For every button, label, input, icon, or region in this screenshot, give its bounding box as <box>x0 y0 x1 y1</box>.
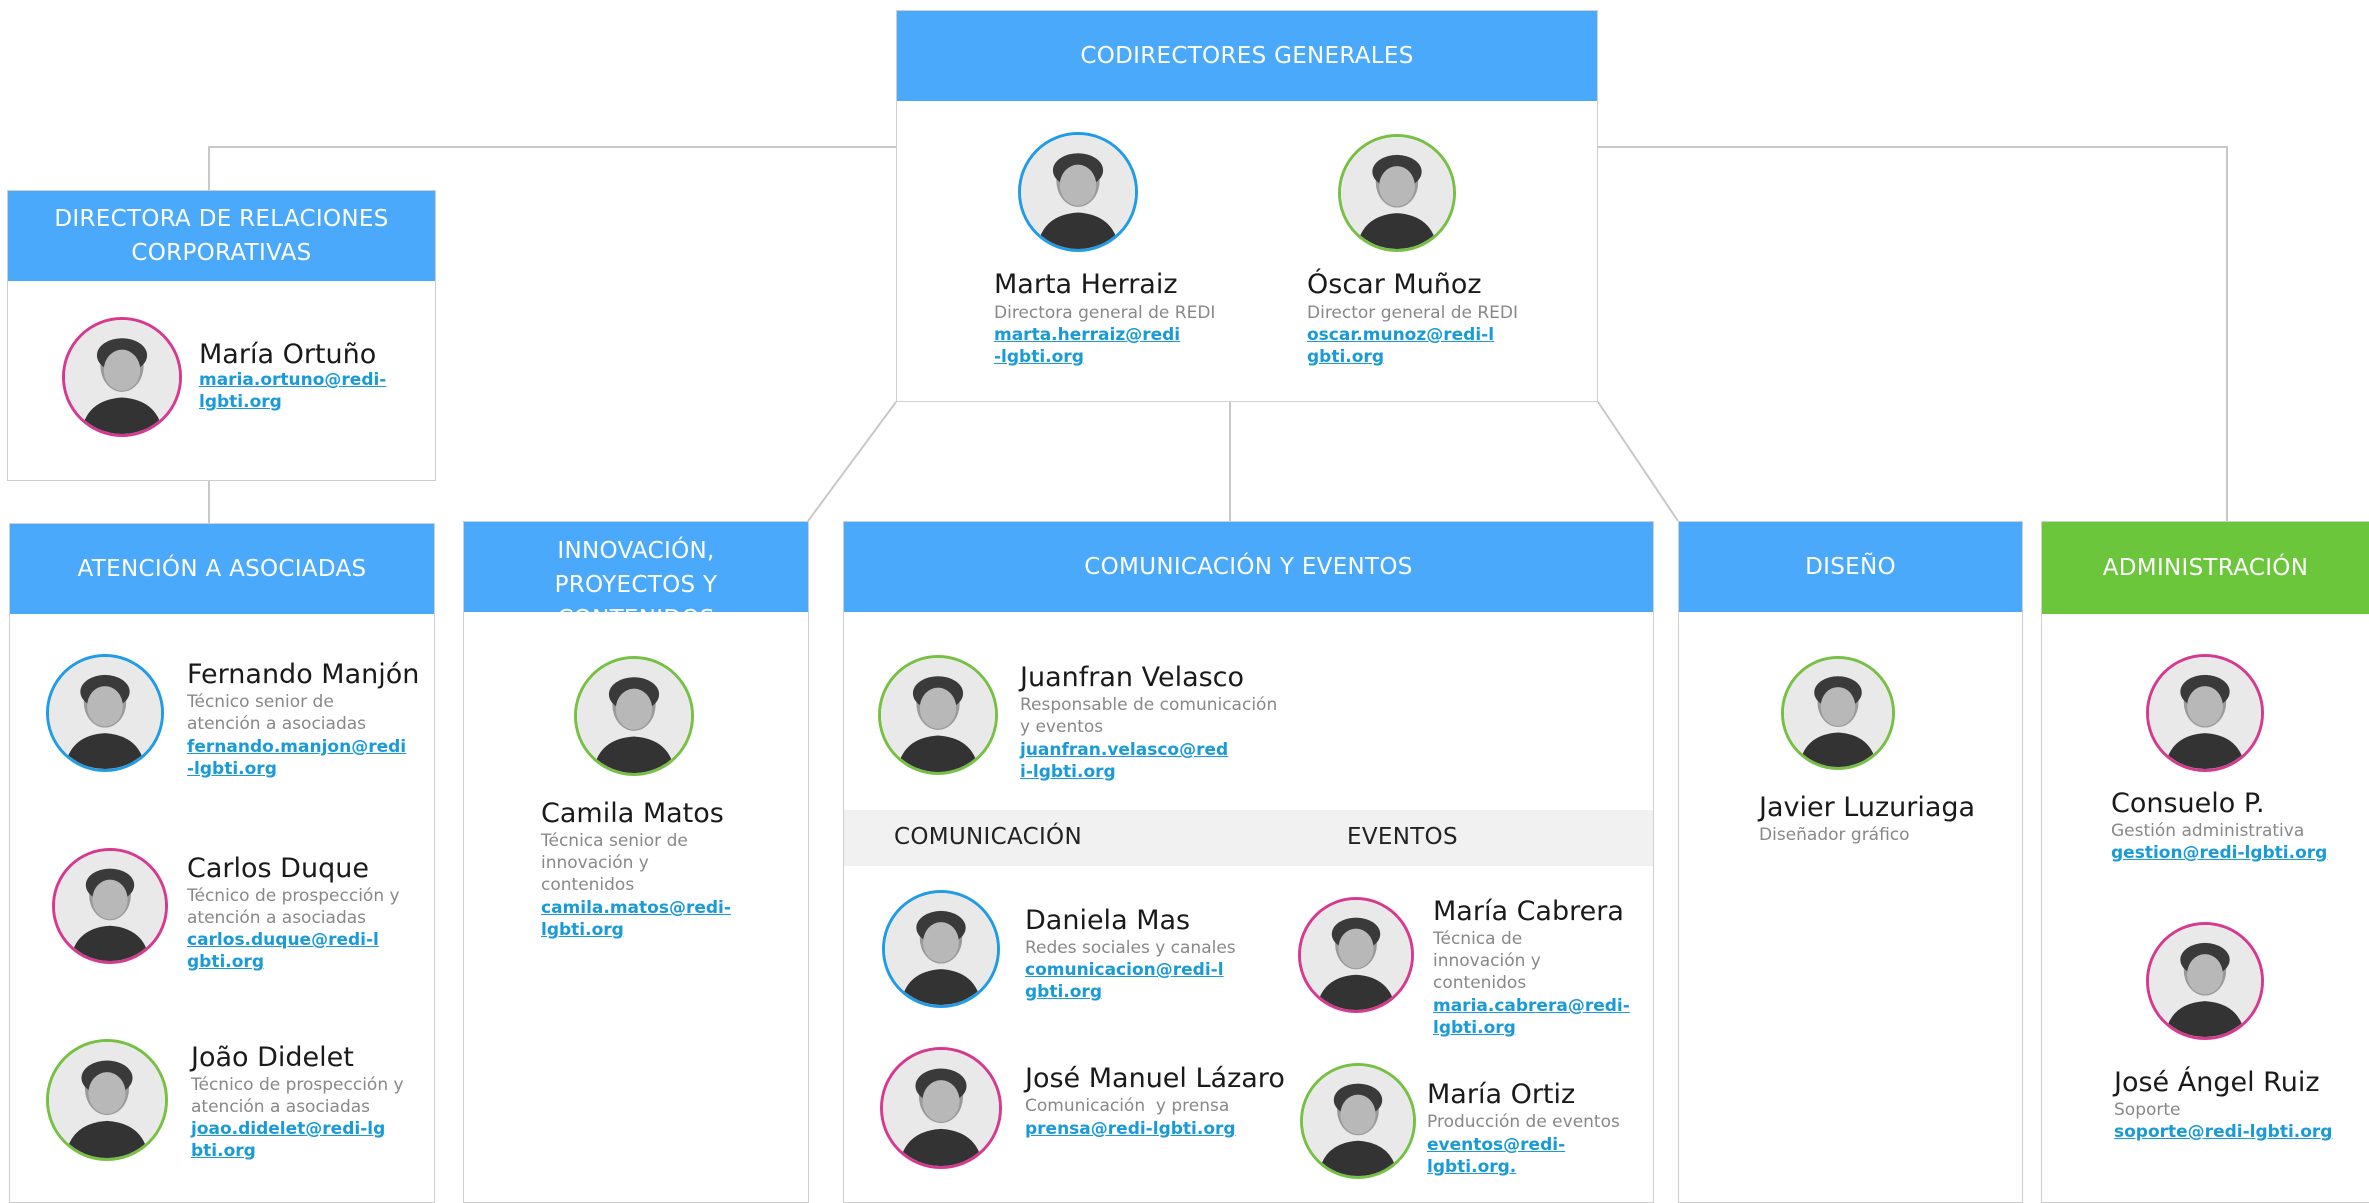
carlos-duque-email[interactable]: carlos.duque@redi-lgbti.org <box>187 929 387 973</box>
maria-cabrera-name: María Cabrera <box>1433 896 1624 927</box>
comunicacion-subheader: COMUNICACIÓN <box>894 824 1082 850</box>
carlos-duque-role: Técnico de prospección y atención a asoc… <box>187 886 400 928</box>
fernando-manjon-name: Fernando Manjón <box>187 659 420 690</box>
maria-ortiz-email[interactable]: eventos@redi-lgbti.org. <box>1427 1134 1652 1178</box>
joao-didelet-email[interactable]: joao.didelet@redi-lgbti.org <box>191 1118 391 1162</box>
javier-luzuriaga-photo <box>1781 656 1895 770</box>
eventos-subheader: EVENTOS <box>1347 824 1458 850</box>
line-to-administracion <box>1598 146 2228 523</box>
camila-matos-email[interactable]: camila.matos@redi-lgbti.org <box>541 897 731 941</box>
codirectores-header: CODIRECTORES GENERALES <box>897 11 1597 101</box>
daniela-mas-email[interactable]: comunicacion@redi-lgbti.org <box>1025 959 1225 1003</box>
oscar-munoz-photo <box>1338 134 1456 252</box>
diseno-header: DISEÑO <box>1679 522 2022 612</box>
consuelo-p-email[interactable]: gestion@redi-lgbti.org <box>2111 842 2361 864</box>
administracion-box: ADMINISTRACIÓN Consuelo P. Gestión admin… <box>2041 521 2369 1203</box>
consuelo-p-name: Consuelo P. <box>2111 788 2265 819</box>
relaciones-box: DIRECTORA DE RELACIONES CORPORATIVAS Mar… <box>7 190 436 481</box>
joao-didelet-name: João Didelet <box>191 1042 354 1073</box>
jose-angel-ruiz-name: José Ángel Ruiz <box>2114 1067 2320 1098</box>
maria-ortuno-email[interactable]: maria.ortuno@redi-lgbti.org <box>199 369 389 413</box>
daniela-mas-name: Daniela Mas <box>1025 905 1191 936</box>
maria-ortuno-photo <box>62 317 182 437</box>
maria-ortiz-photo <box>1300 1063 1416 1179</box>
maria-ortuno-name: María Ortuño <box>199 339 377 370</box>
marta-herraiz-name: Marta Herraiz <box>994 269 1178 300</box>
marta-herraiz-email[interactable]: marta.herraiz@redi-lgbti.org <box>994 324 1184 368</box>
maria-cabrera-email[interactable]: maria.cabrera@redi-lgbti.org <box>1433 995 1633 1039</box>
atencion-header: ATENCIÓN A ASOCIADAS <box>10 524 434 614</box>
oscar-munoz-name: Óscar Muñoz <box>1307 269 1482 300</box>
juanfran-velasco-role: Responsable de comunicación y eventos <box>1020 695 1278 737</box>
consuelo-p-role: Gestión administrativa <box>2111 821 2305 841</box>
marta-herraiz-photo <box>1018 132 1138 252</box>
jose-manuel-lazaro-photo <box>880 1047 1002 1169</box>
jose-angel-ruiz-photo <box>2146 922 2264 1040</box>
camila-matos-name: Camila Matos <box>541 798 724 829</box>
line-to-relaciones <box>208 146 896 190</box>
marta-herraiz-role: Directora general de REDI <box>994 303 1216 323</box>
daniela-mas-role: Redes sociales y canales <box>1025 938 1236 958</box>
innovacion-header: INNOVACIÓN, PROYECTOS Y CONTENIDOS <box>464 522 808 612</box>
daniela-mas-photo <box>882 890 1000 1008</box>
carlos-duque-name: Carlos Duque <box>187 853 369 884</box>
joao-didelet-role: Técnico de prospección y atención a asoc… <box>191 1075 404 1117</box>
jose-manuel-lazaro-role: Comunicación y prensa <box>1025 1096 1230 1116</box>
innovacion-box: INNOVACIÓN, PROYECTOS Y CONTENIDOS Camil… <box>463 521 809 1203</box>
line-to-diseno <box>1597 401 1679 522</box>
maria-cabrera-role: Técnica de innovación y contenidos <box>1433 929 1541 993</box>
maria-cabrera-photo <box>1298 897 1414 1013</box>
administracion-header: ADMINISTRACIÓN <box>2042 522 2369 614</box>
maria-ortiz-role: Producción de eventos <box>1427 1112 1620 1132</box>
carlos-duque-photo <box>52 848 168 964</box>
jose-angel-ruiz-email[interactable]: soporte@redi-lgbti.org <box>2114 1121 2364 1143</box>
oscar-munoz-email[interactable]: oscar.munoz@redi-lgbti.org <box>1307 324 1497 368</box>
camila-matos-photo <box>574 656 694 776</box>
fernando-manjon-email[interactable]: fernando.manjon@redi-lgbti.org <box>187 736 407 780</box>
juanfran-velasco-name: Juanfran Velasco <box>1020 662 1245 693</box>
camila-matos-role: Técnica senior de innovación y contenido… <box>541 831 688 895</box>
juanfran-velasco-photo <box>878 655 998 775</box>
relaciones-header: DIRECTORA DE RELACIONES CORPORATIVAS <box>8 191 435 281</box>
diseno-box: DISEÑO Javier Luzuriaga Diseñador gráfic… <box>1678 521 2023 1203</box>
consuelo-p-photo <box>2146 654 2264 772</box>
javier-luzuriaga-name: Javier Luzuriaga <box>1759 792 1976 823</box>
line-to-innovacion <box>807 401 897 522</box>
codirectores-box: CODIRECTORES GENERALES Marta Herraiz Dir… <box>896 10 1598 402</box>
comunicacion-eventos-header: COMUNICACIÓN Y EVENTOS <box>844 522 1653 612</box>
jose-angel-ruiz-role: Soporte <box>2114 1100 2181 1120</box>
jose-manuel-lazaro-email[interactable]: prensa@redi-lgbti.org <box>1025 1118 1265 1140</box>
jose-manuel-lazaro-name: José Manuel Lázaro <box>1025 1063 1285 1094</box>
joao-didelet-photo <box>46 1039 168 1161</box>
javier-luzuriaga-role: Diseñador gráfico <box>1759 825 1910 845</box>
atencion-box: ATENCIÓN A ASOCIADAS Fernando Manjón Téc… <box>9 523 435 1203</box>
fernando-manjon-photo <box>46 654 164 772</box>
fernando-manjon-role: Técnico senior de atención a asociadas <box>187 692 367 734</box>
maria-ortiz-name: María Ortiz <box>1427 1079 1576 1110</box>
oscar-munoz-role: Director general de REDI <box>1307 303 1519 323</box>
comunicacion-eventos-box: COMUNICACIÓN Y EVENTOS Juanfran Velasco … <box>843 521 1654 1203</box>
juanfran-velasco-email[interactable]: juanfran.velasco@redi-lgbti.org <box>1020 739 1230 783</box>
